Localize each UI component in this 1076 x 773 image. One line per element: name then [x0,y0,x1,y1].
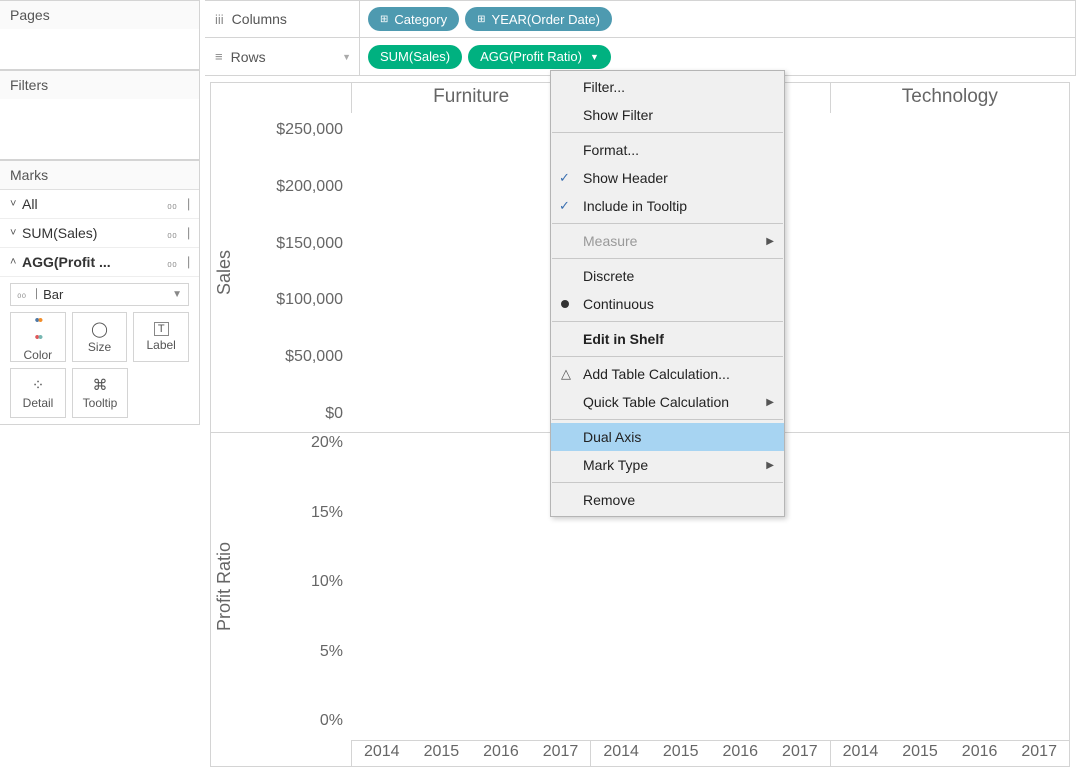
plus-box-icon: ⊞ [477,14,485,25]
mark-type-select[interactable]: ₀₀⎹ Bar ▼ [10,283,189,306]
menu-item-measure: Measure ▶ [551,227,784,255]
menu-item-discrete[interactable]: Discrete [551,262,784,290]
pill-category[interactable]: ⊞Category [368,7,459,31]
pill-agg-profit-ratio[interactable]: AGG(Profit Ratio)▼ [468,45,611,69]
chevron-up-icon: ˄ [10,256,22,268]
menu-item-add-table-calculation[interactable]: △ Add Table Calculation... [551,360,784,388]
menu-item-label: Discrete [583,268,634,284]
label-icon: T [154,322,169,336]
mark-card-tooltip[interactable]: ⌘ Tooltip [72,368,128,418]
x-tick: 2017 [543,741,579,766]
chevron-down-icon: ˅ [10,198,22,210]
filters-header: Filters [0,71,199,99]
size-icon: ◯ [91,320,108,338]
axis-title-sales: Sales [211,113,239,432]
menu-item-label: Continuous [583,296,654,312]
rows-icon: ≡ [215,49,223,64]
menu-item-label: Include in Tooltip [583,198,687,214]
check-icon: ✓ [559,170,570,186]
chevron-down-icon: ▼ [172,289,182,300]
menu-item-label: Remove [583,492,635,508]
x-tick: 2017 [1021,741,1057,766]
columns-shelf[interactable]: iii Columns ⊞Category ⊞YEAR(Order Date) [205,0,1076,38]
pages-panel: Pages [0,0,200,70]
bar-icon: ₀₀⎹ [167,255,189,270]
menu-item-label: Show Filter [583,107,653,123]
menu-item-edit-in-shelf[interactable]: Edit in Shelf [551,325,784,353]
menu-item-filter[interactable]: Filter... [551,73,784,101]
menu-item-quick-table-calculation[interactable]: Quick Table Calculation ▶ [551,388,784,416]
menu-item-label: Add Table Calculation... [583,366,730,382]
x-tick: 2014 [843,741,879,766]
menu-item-label: Show Header [583,170,668,186]
columns-icon: iii [215,12,224,27]
x-tick: 2016 [483,741,519,766]
x-tick: 2014 [603,741,639,766]
x-tick: 2015 [663,741,699,766]
x-tick: 2016 [722,741,758,766]
x-tick: 2014 [364,741,400,766]
pill-sum-sales[interactable]: SUM(Sales) [368,45,462,69]
mark-item-sales[interactable]: ˅ SUM(Sales) ₀₀⎹ [0,219,199,248]
mark-card-detail[interactable]: ⁘ Detail [10,368,66,418]
menu-item-dual-axis[interactable]: Dual Axis [551,423,784,451]
check-icon: ✓ [559,198,570,214]
tooltip-icon: ⌘ [93,376,108,394]
color-icon: •••• [35,312,42,346]
pill-year-order-date[interactable]: ⊞YEAR(Order Date) [465,7,612,31]
mark-card-label[interactable]: T Label [133,312,189,362]
menu-item-remove[interactable]: Remove [551,486,784,514]
col-header-technology: Technology [830,83,1069,113]
shelves: iii Columns ⊞Category ⊞YEAR(Order Date) … [205,0,1076,76]
submenu-arrow-icon: ▶ [766,460,774,471]
mark-card-color[interactable]: •••• Color [10,312,66,362]
chevron-down-icon: ▼ [342,52,351,62]
x-tick: 2015 [902,741,938,766]
menu-item-label: Format... [583,142,639,158]
submenu-arrow-icon: ▶ [766,397,774,408]
menu-item-include-in-tooltip[interactable]: ✓ Include in Tooltip [551,192,784,220]
detail-icon: ⁘ [32,376,45,394]
pages-header: Pages [0,1,199,29]
menu-item-label: Edit in Shelf [583,331,664,347]
marks-list: ˅ All ₀₀⎹ ˅ SUM(Sales) ₀₀⎹ ˄ AGG(Profit … [0,189,199,277]
menu-item-label: Dual Axis [583,429,641,445]
menu-item-format[interactable]: Format... [551,136,784,164]
y-axis-sales: $0 $50,000 $100,000 $150,000 $200,000 $2… [239,113,351,432]
menu-item-mark-type[interactable]: Mark Type ▶ [551,451,784,479]
bar-icon: ₀₀⎹ [167,226,189,241]
menu-item-label: Measure [583,233,637,249]
x-tick: 2016 [962,741,998,766]
marks-panel: Marks ˅ All ₀₀⎹ ˅ SUM(Sales) ₀₀⎹ ˄ AGG(P… [0,160,200,425]
plus-box-icon: ⊞ [380,14,388,25]
pill-context-menu: Filter... Show Filter Format... ✓ Show Heade… [550,70,785,517]
x-tick: 2017 [782,741,818,766]
x-axis: 2014 2015 2016 2017 2014 2015 2016 2017 2014 2015… [351,740,1069,766]
axis-title-profit: Profit Ratio [211,433,239,739]
delta-icon: △ [561,366,571,382]
submenu-arrow-icon: ▶ [766,236,774,247]
chevron-down-icon: ˅ [10,227,22,239]
x-tick: 2015 [424,741,460,766]
bar-icon: ₀₀⎹ [17,288,37,301]
menu-item-show-header[interactable]: ✓ Show Header [551,164,784,192]
mark-card-size[interactable]: ◯ Size [72,312,128,362]
bar-icon: ₀₀⎹ [167,197,189,212]
chevron-down-icon: ▼ [590,52,599,62]
menu-item-show-filter[interactable]: Show Filter [551,101,784,129]
mark-item-profit-ratio[interactable]: ˄ AGG(Profit ... ₀₀⎹ [0,248,199,277]
radio-dot-icon [561,300,569,308]
y-axis-profit: 0% 5% 10% 15% 20% [239,433,351,739]
filters-panel: Filters [0,70,200,160]
menu-item-continuous[interactable]: Continuous [551,290,784,318]
marks-header: Marks [0,161,199,189]
menu-item-label: Mark Type [583,457,648,473]
menu-item-label: Quick Table Calculation [583,394,729,410]
mark-item-all[interactable]: ˅ All ₀₀⎹ [0,190,199,219]
menu-item-label: Filter... [583,79,625,95]
